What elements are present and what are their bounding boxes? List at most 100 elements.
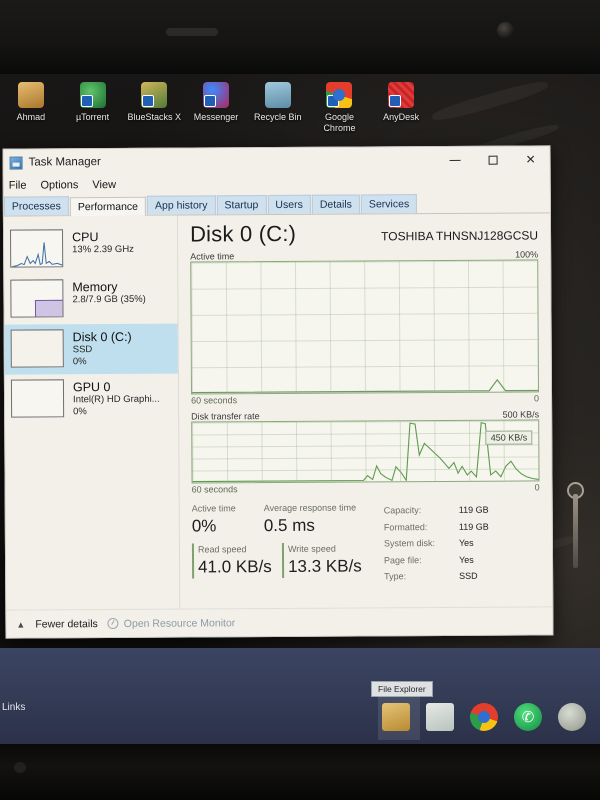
file-explorer-icon[interactable]: [382, 703, 410, 731]
taskbar-icons: [382, 703, 586, 731]
page-title: Disk 0 (C:): [189, 220, 297, 247]
stat-write-speed-value: 13.3 KB/s: [288, 556, 362, 576]
transfer-rate-label: Disk transfer rate: [191, 411, 260, 422]
menu-options[interactable]: Options: [40, 179, 78, 191]
laptop-photo: Ahmad µTorrent BlueStacks X Messenger Re…: [0, 0, 600, 800]
window-title: Task Manager: [28, 156, 101, 169]
stat-active-time: Active time 0%: [192, 502, 264, 537]
stats-speeds: Read speed 41.0 KB/s Write speed 13.3 KB…: [191, 542, 383, 579]
shortcut-badge-icon: [142, 95, 155, 107]
window-controls: ✕: [436, 146, 550, 173]
table-row: Formatted: 119 GB: [384, 519, 489, 534]
stat-active-time-value: 0%: [191, 516, 217, 536]
bezel-slot: [166, 28, 218, 36]
desktop-icon-bluestacks[interactable]: BlueStacks X: [123, 80, 185, 123]
minimize-button[interactable]: [436, 147, 474, 173]
sidebar-item-cpu[interactable]: CPU 13% 2.39 GHz: [4, 224, 177, 275]
disk-sparkline-svg: [12, 366, 64, 368]
shortcut-badge-icon: [389, 95, 402, 107]
stat-read-speed-label: Read speed: [197, 544, 247, 555]
laptop-bezel-bottom: [0, 744, 600, 800]
menu-view[interactable]: View: [92, 179, 116, 191]
desktop-icon-ahmad[interactable]: Ahmad: [0, 80, 62, 123]
desktop-icon-label: Ahmad: [16, 112, 46, 122]
desktop-icon-label: Messenger: [193, 112, 239, 122]
fewer-details-button[interactable]: Fewer details: [35, 618, 98, 630]
sidebar-item-text: Disk 0 (C:) SSD 0%: [73, 329, 132, 367]
tab-users[interactable]: Users: [267, 194, 311, 215]
desktop-icon-label: BlueStacks X: [127, 112, 182, 122]
menu-file[interactable]: File: [9, 180, 27, 192]
tab-services[interactable]: Services: [360, 194, 418, 214]
chrome-icon[interactable]: [470, 703, 498, 731]
title-bar: Task Manager ✕: [3, 146, 550, 176]
disk-model: TOSHIBA THNSNJ128GCSU: [381, 228, 539, 244]
tab-performance[interactable]: Performance: [69, 196, 147, 217]
disk-performance-panel: Disk 0 (C:) TOSHIBA THNSNJ128GCSU Active…: [178, 213, 552, 608]
maximize-icon: [488, 155, 498, 165]
open-resource-monitor-button[interactable]: Open Resource Monitor: [107, 616, 236, 630]
tab-details[interactable]: Details: [311, 194, 360, 214]
transfer-rate-min: 0: [534, 482, 540, 493]
stat-read-speed-value: 41.0 KB/s: [198, 557, 272, 577]
desktop-icon-messenger[interactable]: Messenger: [185, 80, 247, 123]
performance-sidebar: CPU 13% 2.39 GHz Memory 2.8/7.9 GB (35%): [3, 215, 181, 610]
sidebar-item-sub2: 0%: [73, 405, 87, 417]
file-explorer-tooltip: File Explorer: [371, 681, 433, 697]
folder-icon: [17, 82, 44, 108]
cpu-sparkline-svg: [12, 242, 64, 268]
active-time-max: 100%: [515, 249, 539, 260]
info-key: Capacity:: [383, 505, 422, 516]
table-row: Capacity: 119 GB: [384, 503, 489, 518]
open-resource-monitor-label: Open Resource Monitor: [123, 616, 236, 630]
table-row: System disk: Yes: [384, 536, 489, 551]
sidebar-item-memory[interactable]: Memory 2.8/7.9 GB (35%): [4, 274, 177, 325]
laptop-bezel-top: [0, 0, 600, 74]
panel-header: Disk 0 (C:) TOSHIBA THNSNJ128GCSU: [190, 219, 538, 247]
memory-sparkline: [10, 279, 64, 318]
graph-grid: [191, 260, 539, 394]
sidebar-item-name: GPU 0: [72, 380, 111, 395]
desktop-icon-label: Recycle Bin: [253, 112, 302, 122]
desktop-icon-recycle-bin[interactable]: Recycle Bin: [247, 80, 309, 123]
window-body: CPU 13% 2.39 GHz Memory 2.8/7.9 GB (35%): [3, 213, 552, 610]
sidebar-item-sub: 13% 2.39 GHz: [72, 243, 134, 256]
chevron-up-icon: ▲: [16, 619, 26, 630]
task-manager-icon: [9, 156, 23, 170]
utorrent-icon: [79, 82, 106, 108]
maximize-button[interactable]: [474, 147, 512, 173]
tab-processes[interactable]: Processes: [3, 196, 69, 216]
table-row: Type: SSD: [384, 569, 489, 584]
tab-startup[interactable]: Startup: [216, 195, 267, 215]
info-value: Yes: [459, 554, 474, 565]
desktop-icon-chrome[interactable]: Google Chrome: [309, 80, 371, 134]
tab-app-history[interactable]: App history: [146, 195, 216, 215]
taskbar-links-label[interactable]: Links: [2, 702, 25, 713]
microsoft-store-icon[interactable]: [426, 703, 454, 731]
sidebar-item-text: Memory 2.8/7.9 GB (35%): [72, 279, 146, 306]
info-value: SSD: [459, 570, 478, 581]
stat-avg-response-value: 0.5 ms: [263, 515, 315, 536]
info-value: 119 GB: [458, 504, 489, 515]
sidebar-item-sub2: 0%: [72, 355, 87, 367]
whatsapp-icon[interactable]: [514, 703, 542, 731]
stat-read-speed: Read speed 41.0 KB/s: [191, 542, 283, 579]
info-value: Yes: [458, 537, 474, 548]
sidebar-item-gpu-0[interactable]: GPU 0 Intel(R) HD Graphi... 0%: [5, 374, 178, 425]
info-value: 119 GB: [458, 521, 489, 532]
app-icon[interactable]: [558, 703, 586, 731]
info-key: Formatted:: [383, 521, 428, 532]
bezel-indicator: [14, 762, 26, 773]
sidebar-item-name: CPU: [72, 230, 99, 245]
stat-write-speed-label: Write speed: [287, 543, 336, 554]
sidebar-item-disk-0[interactable]: Disk 0 (C:) SSD 0%: [4, 323, 178, 375]
info-key: Type:: [384, 571, 407, 582]
chrome-icon: [326, 82, 353, 108]
desktop-icon-anydesk[interactable]: AnyDesk: [370, 80, 432, 123]
gpu-sparkline-svg: [13, 416, 65, 418]
active-time-axis: 60 seconds 0: [191, 393, 539, 405]
close-button[interactable]: ✕: [512, 146, 550, 172]
desktop-icon-label: µTorrent: [75, 112, 110, 122]
desktop-icon-utorrent[interactable]: µTorrent: [62, 80, 124, 123]
stat-active-time-label: Active time: [191, 503, 236, 514]
